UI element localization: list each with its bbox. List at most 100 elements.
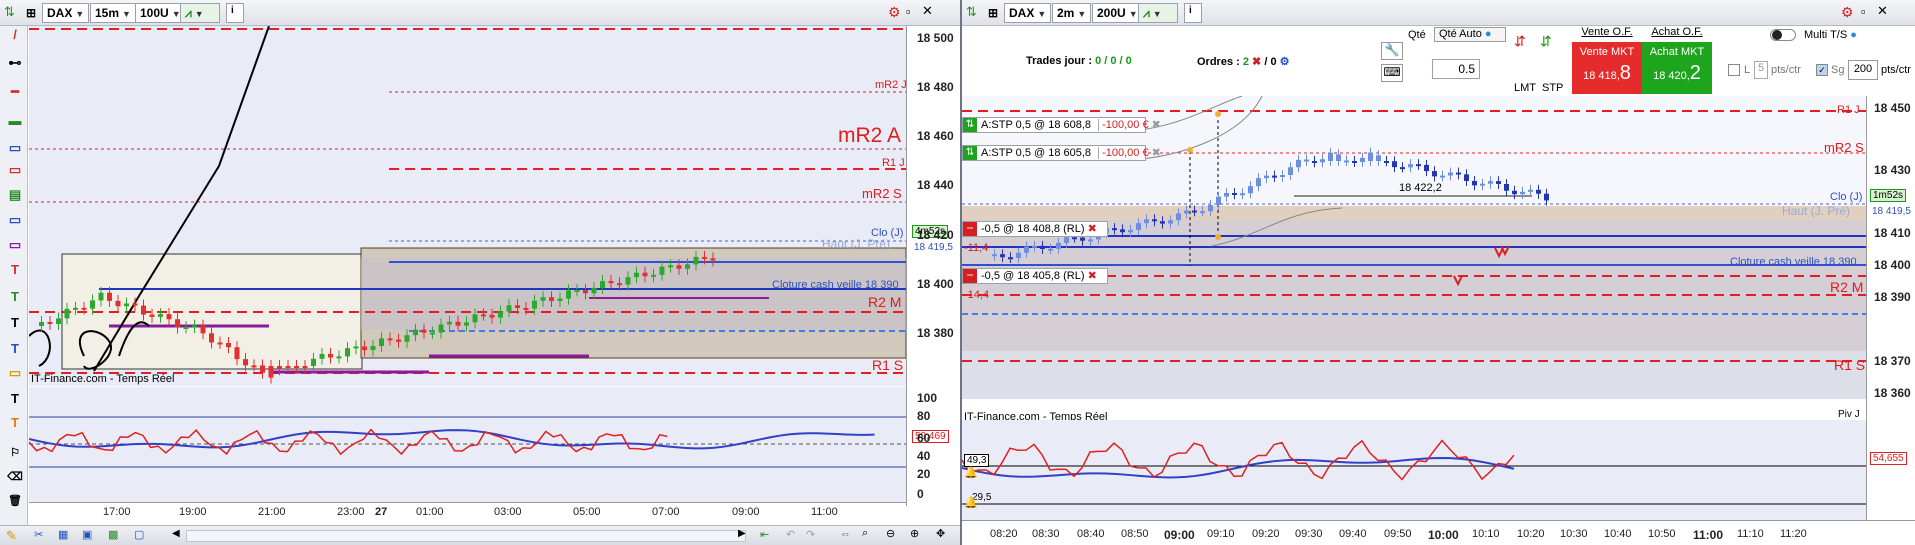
l-checkbox[interactable]: [1728, 64, 1740, 76]
rect-yellow-icon[interactable]: ▭: [4, 364, 26, 382]
left-undo-icon[interactable]: ↶: [786, 528, 795, 541]
rect-blue-icon[interactable]: ▭: [4, 139, 26, 157]
text-red-icon[interactable]: T: [4, 261, 26, 279]
segment-tool-icon[interactable]: ⊷: [4, 54, 26, 72]
pencil-icon[interactable]: ✎: [6, 528, 17, 544]
vente-of-button[interactable]: Vente O.F.: [1572, 26, 1642, 41]
candle-body: [557, 298, 563, 301]
right-crosshair-icon[interactable]: ⊞: [984, 3, 1002, 23]
right-units-select[interactable]: 200U ▼: [1092, 3, 1143, 23]
info-icon[interactable]: i: [226, 3, 244, 23]
qte-auto-button[interactable]: Qté Auto ●: [1434, 27, 1506, 42]
green-arrows-icon[interactable]: ⇅: [4, 4, 15, 20]
position-1[interactable]: − -0,5 @ 18 408,8 (RL) ✖: [962, 221, 1108, 237]
candle-body: [404, 335, 410, 342]
order-2-arrows-icon[interactable]: ⇅: [963, 146, 977, 160]
left-chart-style-icon[interactable]: ⩘ ▼: [180, 3, 220, 23]
left-layout-icon[interactable]: ▣: [82, 528, 92, 541]
rect-red-icon[interactable]: ▭: [4, 161, 26, 179]
left-table-icon[interactable]: ▦: [58, 528, 68, 541]
right-green-arrows-icon[interactable]: ⇅: [966, 4, 977, 20]
achat-mkt-button[interactable]: Achat MKT 18 420,2: [1642, 42, 1712, 94]
sg-checkbox[interactable]: ✓: [1816, 64, 1828, 76]
sg-pts-label: pts/ctr: [1881, 64, 1911, 76]
right-time-tick: 09:20: [1252, 528, 1280, 540]
eraser-icon[interactable]: ⌫: [4, 468, 26, 486]
left-zoom-fit-icon[interactable]: ⌕: [862, 527, 868, 540]
left-units-select[interactable]: 100U ▼: [135, 3, 186, 23]
vente-mkt-button[interactable]: Vente MKT 18 418,8: [1572, 42, 1642, 94]
flag-icon[interactable]: ⚐: [4, 444, 26, 462]
candle-body: [1488, 181, 1493, 184]
right-settings-icon[interactable]: ⚙: [1841, 4, 1854, 21]
left-grid-icon[interactable]: ▩: [108, 528, 118, 541]
left-window-icon[interactable]: ▢: [134, 528, 144, 541]
left-move-icon[interactable]: ✥: [936, 527, 945, 540]
achat-of-button[interactable]: Achat O.F.: [1642, 26, 1712, 41]
position-2[interactable]: − -0,5 @ 18 405,8 (RL) ✖: [962, 268, 1108, 284]
stp-arrows-icon[interactable]: ⇵: [1540, 33, 1552, 50]
right-instrument-select[interactable]: DAX ▼: [1004, 3, 1052, 23]
order-1-arrows-icon[interactable]: ⇅: [963, 118, 977, 132]
sg-input[interactable]: 200: [1848, 60, 1878, 80]
channel-green-icon[interactable]: ▤: [4, 186, 26, 204]
l-input[interactable]: 5: [1754, 61, 1768, 79]
left-timeframe-select[interactable]: 15m ▼: [90, 3, 136, 23]
left-scroll-left-icon[interactable]: ◀: [172, 528, 180, 539]
candle-body: [1416, 164, 1421, 167]
line-tool-icon[interactable]: /: [4, 26, 26, 44]
left-osc-tick: 80: [917, 409, 931, 423]
text-orange-icon[interactable]: T: [4, 414, 26, 432]
candle-body: [1376, 155, 1381, 161]
text-black-icon[interactable]: T: [4, 314, 26, 332]
position-2-minus-icon[interactable]: −: [963, 269, 977, 283]
right-chart-style-icon[interactable]: ⩘ ▼: [1138, 3, 1178, 23]
left-back-icon[interactable]: ⇤: [760, 528, 769, 541]
delete-icon[interactable]: 🗑: [4, 492, 26, 510]
left-close-icon[interactable]: ✕: [922, 3, 933, 19]
left-crosshair-icon[interactable]: ⊞: [22, 3, 40, 23]
left-settings-icon[interactable]: ⚙: [888, 4, 901, 21]
text-green-icon[interactable]: T: [4, 288, 26, 306]
text-blue-icon[interactable]: T: [4, 340, 26, 358]
order-1-close-icon[interactable]: ✖: [1152, 119, 1161, 131]
right-minimize-icon[interactable]: ▫: [1861, 4, 1866, 19]
position-2-close-icon[interactable]: ✖: [1088, 270, 1097, 282]
left-minimize-icon[interactable]: ▫: [906, 4, 911, 19]
left-expand-icon[interactable]: ⇔: [840, 528, 851, 540]
horizontal-line-icon[interactable]: ━: [4, 83, 26, 101]
channel-blue-icon[interactable]: ▭: [4, 211, 26, 229]
qty-input[interactable]: 0.5: [1432, 59, 1480, 79]
lmt-arrows-icon[interactable]: ⇵: [1514, 33, 1526, 50]
text-black-2-icon[interactable]: T: [4, 390, 26, 408]
keyboard-icon[interactable]: ⌨: [1381, 64, 1403, 82]
right-timeframe-select[interactable]: 2m ▼: [1052, 3, 1092, 23]
left-instrument-select[interactable]: DAX ▼: [42, 3, 90, 23]
right-info-icon[interactable]: i: [1184, 3, 1202, 23]
candle-body: [124, 303, 129, 307]
stop-order-2[interactable]: ⇅ A:STP 0,5 @ 18 605,8 -100,00 € ✖: [962, 145, 1161, 161]
wrench-icon[interactable]: 🔧: [1381, 42, 1403, 60]
candle-body: [1344, 160, 1349, 163]
order-2-close-icon[interactable]: ✖: [1152, 147, 1161, 159]
rect-green-icon[interactable]: ▬: [4, 112, 26, 130]
left-redo-icon[interactable]: ↷: [806, 528, 815, 541]
left-tools-icon[interactable]: ✂: [34, 528, 43, 541]
bell-icon-1[interactable]: 🔔: [964, 466, 978, 479]
left-scrollbar[interactable]: [186, 530, 746, 542]
bell-icon-2[interactable]: 🔔: [964, 496, 978, 509]
channel-purple-icon[interactable]: ▭: [4, 236, 26, 254]
right-close-icon[interactable]: ✕: [1877, 3, 1888, 19]
position-1-minus-icon[interactable]: −: [963, 222, 977, 236]
left-zoom-in-icon[interactable]: ⊕: [910, 527, 919, 540]
candle-body: [1320, 159, 1325, 163]
candle-body: [1008, 257, 1013, 260]
left-zoom-out-icon[interactable]: ⊖: [886, 527, 895, 540]
stop-order-1[interactable]: ⇅ A:STP 0,5 @ 18 608,8 -100,00 € ✖: [962, 117, 1161, 133]
candle-body: [540, 297, 546, 301]
left-scroll-right-icon[interactable]: ▶: [738, 528, 746, 539]
multi-ts-toggle[interactable]: [1770, 29, 1796, 41]
position-1-close-icon[interactable]: ✖: [1088, 223, 1097, 235]
candle-body: [1352, 161, 1357, 163]
candle-body: [166, 314, 172, 320]
